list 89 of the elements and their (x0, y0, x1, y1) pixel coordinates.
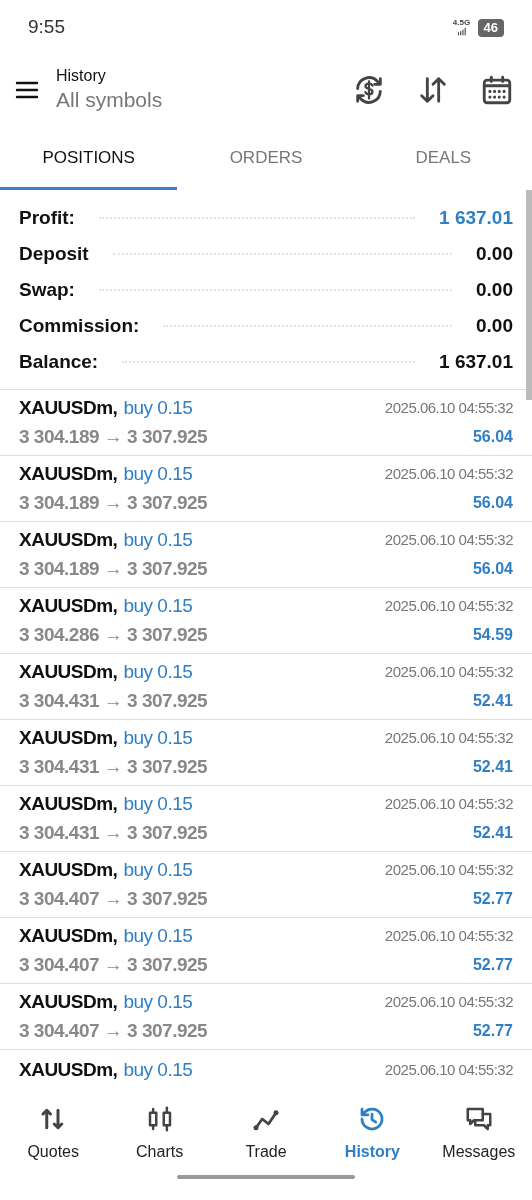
trade-side: buy 0.15 (123, 1057, 193, 1082)
summary-value: 0.00 (476, 241, 513, 266)
trade-side: buy 0.15 (123, 858, 193, 882)
trade-side: buy 0.15 (123, 594, 193, 618)
position-row[interactable]: XAUUSDm, buy 0.15 2025.06.10 04:55:32 3 304.431 → 3 307.925 52.41 (0, 786, 532, 852)
battery-indicator: 46 (477, 18, 504, 37)
trade-time: 2025.06.10 04:55:32 (384, 398, 513, 418)
profit-value: 52.41 (472, 822, 513, 843)
trade-side: buy 0.15 (123, 462, 193, 486)
nav-tab[interactable]: Charts (106, 1104, 213, 1164)
symbol-text: XAUUSDm, (19, 462, 118, 486)
profit-value: 52.41 (472, 756, 513, 777)
trade-side: buy 0.15 (123, 924, 193, 948)
price-range: 3 304.407 → 3 307.925 (19, 1018, 208, 1043)
symbol-text: XAUUSDm, (19, 924, 118, 948)
symbol-text: XAUUSDm, (19, 660, 118, 684)
position-row[interactable]: XAUUSDm, buy 0.15 2025.06.10 04:55:32 3 304.407 → 3 307.925 52.77 (0, 918, 532, 984)
profit-value: 56.04 (472, 426, 513, 447)
position-row[interactable]: XAUUSDm, buy 0.15 2025.06.10 04:55:32 3 304.407 → 3 307.925 52.77 (0, 852, 532, 918)
trade-time: 2025.06.10 04:55:32 (384, 464, 513, 484)
price-range: 3 304.407 → 3 307.925 (19, 886, 208, 911)
summary-label: Profit: (19, 205, 75, 230)
symbol-text: XAUUSDm, (19, 990, 118, 1014)
trade-side: buy 0.15 (123, 990, 193, 1014)
summary-label: Commission: (19, 313, 140, 338)
symbol-text: XAUUSDm, (19, 1057, 118, 1082)
clock-time: 9:55 (28, 15, 65, 40)
position-row[interactable]: XAUUSDm, buy 0.15 2025.06.10 04:55:32 3 304.189 → 3 307.925 56.04 (0, 522, 532, 588)
trade-time: 2025.06.10 04:55:32 (384, 794, 513, 814)
position-row[interactable]: XAUUSDm, buy 0.15 2025.06.10 04:55:32 3 304.407 → 3 307.925 52.77 (0, 984, 532, 1050)
trade-time: 2025.06.10 04:55:32 (384, 596, 513, 616)
nav-tab[interactable]: Trade (212, 1104, 320, 1164)
summary-value: 0.00 (476, 277, 513, 302)
position-row[interactable]: XAUUSDm, buy 0.15 2025.06.10 04:55:32 (0, 1050, 532, 1084)
symbol-text: XAUUSDm, (19, 528, 118, 552)
price-range: 3 304.431 → 3 307.925 (19, 754, 208, 779)
price-range: 3 304.431 → 3 307.925 (19, 820, 208, 845)
symbol-text: XAUUSDm, (19, 396, 118, 420)
summary-label: Swap: (19, 277, 75, 302)
profit-value: 56.04 (472, 558, 513, 579)
trade-side: buy 0.15 (123, 660, 193, 684)
symbol-text: XAUUSDm, (19, 726, 118, 750)
price-range: 3 304.407 → 3 307.925 (19, 952, 208, 977)
position-row[interactable]: XAUUSDm, buy 0.15 2025.06.10 04:55:32 3 304.189 → 3 307.925 56.04 (0, 456, 532, 522)
trade-time: 2025.06.10 04:55:32 (384, 926, 513, 946)
trade-side: buy 0.15 (123, 396, 193, 420)
nav-tab[interactable]: Messages (425, 1104, 532, 1164)
nav-tab[interactable]: Quotes (0, 1104, 107, 1164)
trade-side: buy 0.15 (123, 726, 193, 750)
summary-value: 0.00 (476, 313, 513, 338)
trade-side: buy 0.15 (123, 528, 193, 552)
symbol-text: XAUUSDm, (19, 594, 118, 618)
position-row[interactable]: XAUUSDm, buy 0.15 2025.06.10 04:55:32 3 304.431 → 3 307.925 52.41 (0, 654, 532, 720)
summary-value: 1 637.01 (439, 349, 513, 374)
tab[interactable]: ORDERS (177, 125, 355, 190)
network-label: 4.5G (452, 19, 471, 27)
summary-label: Deposit (19, 241, 89, 266)
price-range: 3 304.189 → 3 307.925 (19, 556, 208, 581)
trade-time: 2025.06.10 04:55:32 (384, 860, 513, 880)
nav-tab[interactable]: History (319, 1104, 426, 1164)
symbol-text: XAUUSDm, (19, 858, 118, 882)
trade-time: 2025.06.10 04:55:32 (384, 728, 513, 748)
price-range: 3 304.431 → 3 307.925 (19, 688, 208, 713)
profit-value: 52.41 (472, 690, 513, 711)
profit-value: 54.59 (472, 624, 513, 645)
position-row[interactable]: XAUUSDm, buy 0.15 2025.06.10 04:55:32 3 304.286 → 3 307.925 54.59 (0, 588, 532, 654)
price-range: 3 304.189 → 3 307.925 (19, 490, 208, 515)
trade-time: 2025.06.10 04:55:32 (384, 662, 513, 682)
profit-value: 52.77 (472, 888, 513, 909)
trade-time: 2025.06.10 04:55:32 (384, 1059, 513, 1080)
summary-value: 1 637.01 (439, 205, 513, 230)
screen-title: History (56, 66, 107, 86)
trade-time: 2025.06.10 04:55:32 (384, 530, 513, 550)
price-range: 3 304.286 → 3 307.925 (19, 622, 208, 647)
profit-value: 52.77 (472, 954, 513, 975)
calendar-button[interactable] (480, 73, 514, 107)
symbol-text: XAUUSDm, (19, 792, 118, 816)
trade-time: 2025.06.10 04:55:32 (384, 992, 513, 1012)
price-range: 3 304.189 → 3 307.925 (19, 424, 208, 449)
position-row[interactable]: XAUUSDm, buy 0.15 2025.06.10 04:55:32 3 304.431 → 3 307.925 52.41 (0, 720, 532, 786)
scrollbar[interactable] (526, 190, 532, 400)
symbol-filter[interactable]: All symbols (56, 86, 352, 114)
tab[interactable]: DEALS (354, 125, 532, 190)
profit-value: 56.04 (472, 492, 513, 513)
summary-label: Balance: (19, 349, 99, 374)
tab[interactable]: POSITIONS (0, 125, 178, 190)
trade-side: buy 0.15 (123, 792, 193, 816)
calendar-icon (480, 73, 514, 107)
profit-value: 52.77 (472, 1020, 513, 1041)
